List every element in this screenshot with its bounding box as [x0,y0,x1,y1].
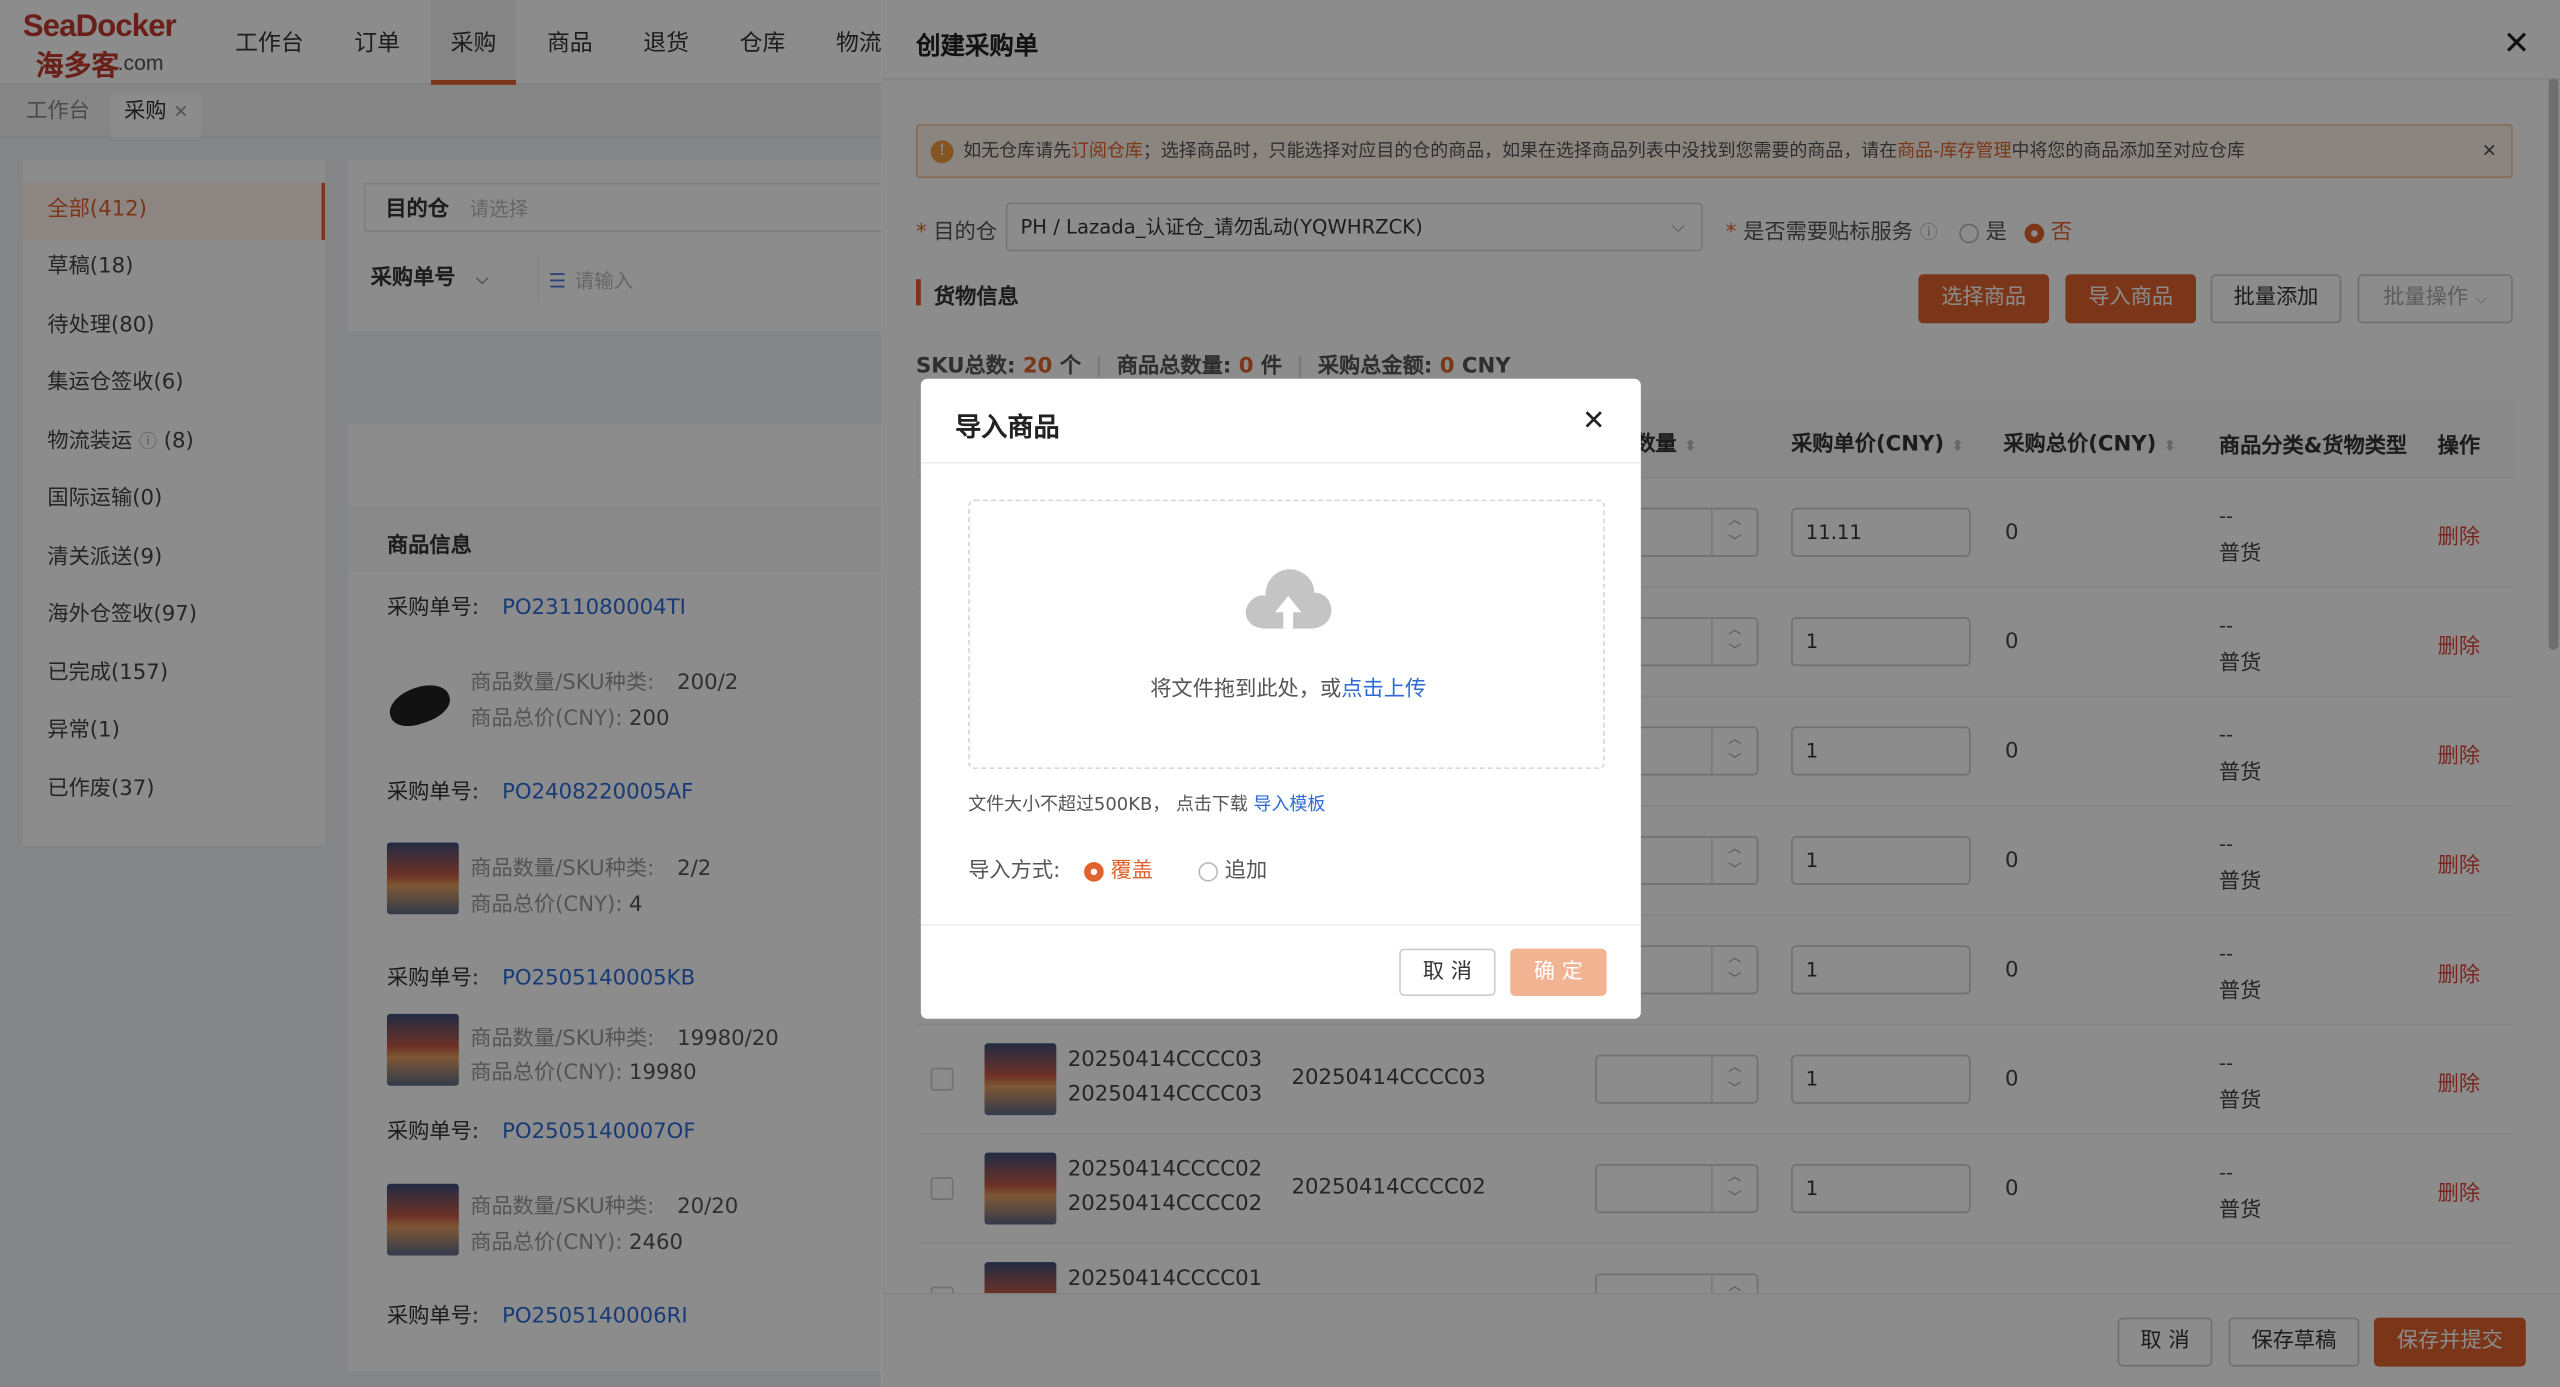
modal-cancel-button[interactable]: 取 消 [1399,948,1496,996]
radio-label: 覆盖 [1110,858,1153,884]
modal-confirm-button[interactable]: 确 定 [1510,948,1607,996]
cloud-upload-icon [1242,563,1333,638]
upload-hint-text: 文件大小不超过500KB， 点击下载 [968,793,1248,815]
mode-overwrite-radio[interactable]: 覆盖 [1084,852,1153,883]
dropzone-text: 将文件拖到此处，或点击上传 [970,671,1607,702]
radio-icon [1198,861,1218,881]
upload-hint: 文件大小不超过500KB， 点击下载 导入模板 [968,790,1325,816]
click-upload-link[interactable]: 点击上传 [1341,678,1426,702]
radio-label: 追加 [1224,858,1268,884]
mode-append-radio[interactable]: 追加 [1198,852,1267,883]
dropzone-label: 将文件拖到此处，或 [1150,677,1342,703]
radio-icon [1084,861,1104,881]
download-template-link[interactable]: 导入模板 [1254,793,1326,814]
upload-dropzone[interactable]: 将文件拖到此处，或点击上传 [968,499,1607,770]
modal-close-icon[interactable]: ✕ [1582,405,1605,438]
import-mode-label: 导入方式: [968,858,1061,884]
import-product-modal: 导入商品 ✕ 将文件拖到此处，或点击上传 文件大小不超过500KB， 点击下载 … [920,378,1641,1019]
modal-title: 导入商品 [955,411,1060,443]
